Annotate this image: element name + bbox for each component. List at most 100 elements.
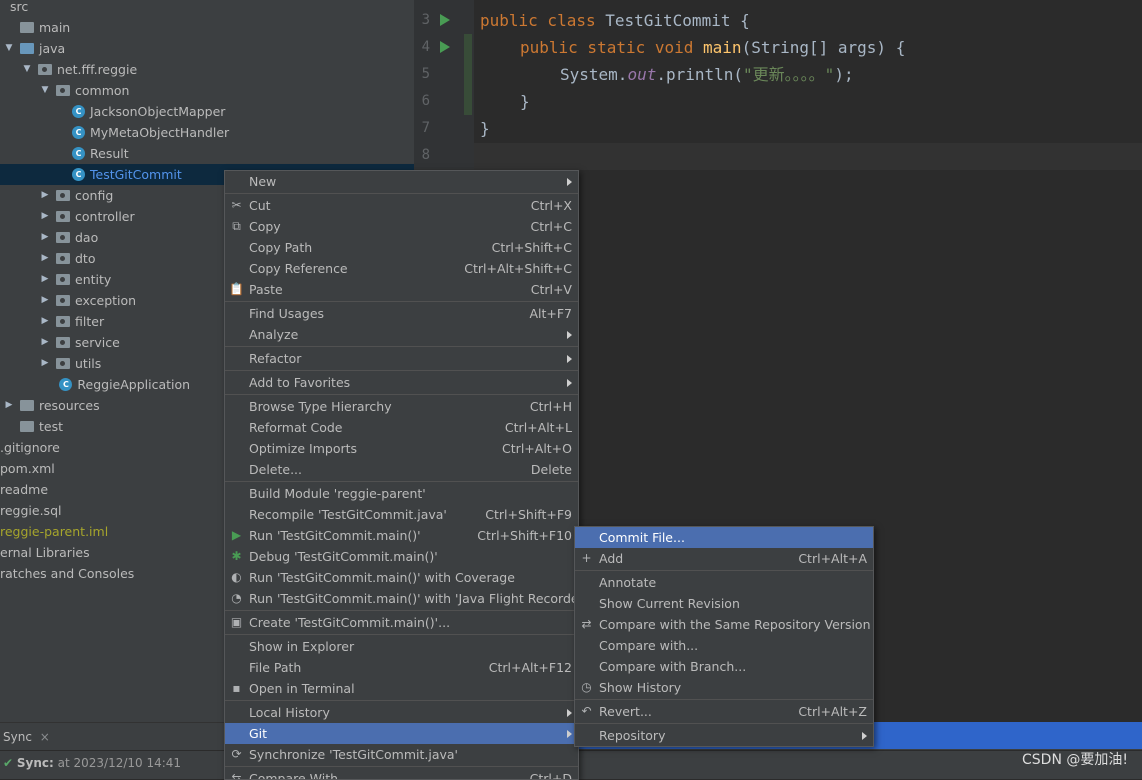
git-item-revert-icon: ↶ <box>581 704 592 718</box>
current-line-highlight <box>474 143 1142 170</box>
menu-item-delete[interactable]: Delete... Delete <box>225 459 578 480</box>
git-item-annotate[interactable]: Annotate <box>575 572 873 593</box>
class-icon: C <box>72 147 85 160</box>
menu-item-analyze[interactable]: Analyze <box>225 324 578 345</box>
chevron-right-icon[interactable]: ▶ <box>40 353 50 374</box>
tree-item[interactable]: main <box>0 17 414 38</box>
code-line[interactable]: public class TestGitCommit { <box>480 7 750 34</box>
git-item-show-history[interactable]: ◷ Show History <box>575 677 873 698</box>
menu-item-refactor[interactable]: Refactor <box>225 348 578 369</box>
code-token: (String[] args) { <box>741 38 906 57</box>
git-item-add[interactable]: + Add Ctrl+Alt+A <box>575 548 873 569</box>
menu-item-copy-path[interactable]: Copy Path Ctrl+Shift+C <box>225 237 578 258</box>
menu-item-find-usages[interactable]: Find Usages Alt+F7 <box>225 303 578 324</box>
code-editor[interactable]: 345678 public class TestGitCommit {publi… <box>414 0 1142 170</box>
code-token: .println( <box>656 65 744 84</box>
git-item-show-current-revision[interactable]: Show Current Revision <box>575 593 873 614</box>
code-line[interactable]: System.out.println("更新。。。。"); <box>560 61 854 88</box>
git-item-compare-with-branch[interactable]: Compare with Branch... <box>575 656 873 677</box>
menu-item-run-testgitcommit-main-with-java-flight-recorder[interactable]: ◔ Run 'TestGitCommit.main()' with 'Java F… <box>225 588 578 609</box>
run-gutter-icon[interactable] <box>440 41 450 53</box>
tree-item-label: service <box>75 335 120 350</box>
line-number: 3 <box>421 12 430 28</box>
menu-item-add-to-favorites[interactable]: Add to Favorites <box>225 372 578 393</box>
package-icon <box>56 358 70 369</box>
menu-item-shortcut: Ctrl+Alt+Shift+C <box>464 261 572 276</box>
menu-item-label: Compare with... <box>599 638 699 653</box>
menu-item-build-module-reggie-parent[interactable]: Build Module 'reggie-parent' <box>225 483 578 504</box>
menu-item-label: Run 'TestGitCommit.main()' with Coverage <box>249 570 515 585</box>
line-number: 4 <box>421 39 430 55</box>
class-icon: C <box>72 126 85 139</box>
code-token: main <box>703 38 742 57</box>
menu-item-optimize-imports[interactable]: Optimize Imports Ctrl+Alt+O <box>225 438 578 459</box>
chevron-right-icon[interactable]: ▶ <box>40 185 50 206</box>
close-icon[interactable]: × <box>40 730 50 744</box>
menu-item-reformat-code[interactable]: Reformat Code Ctrl+Alt+L <box>225 417 578 438</box>
folder-icon <box>20 421 34 432</box>
menu-item-copy-reference[interactable]: Copy Reference Ctrl+Alt+Shift+C <box>225 258 578 279</box>
menu-item-label: Refactor <box>249 351 302 366</box>
menu-item-compare-with[interactable]: ⇆ Compare With... Ctrl+D <box>225 768 578 779</box>
menu-separator <box>225 634 578 635</box>
code-line[interactable]: } <box>520 88 530 115</box>
menu-item-label: Cut <box>249 198 271 213</box>
code-line[interactable]: } <box>480 115 490 142</box>
chevron-right-icon[interactable]: ▶ <box>40 311 50 332</box>
code-token: { <box>730 11 750 30</box>
git-item-revert[interactable]: ↶ Revert... Ctrl+Alt+Z <box>575 701 873 722</box>
chevron-down-icon[interactable]: ▼ <box>4 38 14 59</box>
menu-item-file-path[interactable]: File Path Ctrl+Alt+F12 <box>225 657 578 678</box>
chevron-right-icon[interactable]: ▶ <box>40 248 50 269</box>
git-item-compare-with-the-same-repository-version[interactable]: ⇄ Compare with the Same Repository Versio… <box>575 614 873 635</box>
chevron-down-icon[interactable]: ▼ <box>22 59 32 80</box>
menu-item-label: Recompile 'TestGitCommit.java' <box>249 507 447 522</box>
git-item-repository[interactable]: Repository <box>575 725 873 746</box>
menu-item-new[interactable]: New <box>225 171 578 192</box>
tree-item[interactable]: ▼ java <box>0 38 414 59</box>
chevron-right-icon[interactable]: ▶ <box>40 290 50 311</box>
chevron-right-icon[interactable]: ▶ <box>40 332 50 353</box>
tree-item[interactable]: ▼ net.fff.reggie <box>0 59 414 80</box>
chevron-down-icon[interactable]: ▼ <box>40 80 50 101</box>
run-gutter-icon[interactable] <box>440 14 450 26</box>
menu-item-debug-testgitcommit-main[interactable]: ✱ Debug 'TestGitCommit.main()' <box>225 546 578 567</box>
menu-item-paste[interactable]: 📋 Paste Ctrl+V <box>225 279 578 300</box>
git-item-add-icon: + <box>581 551 592 565</box>
menu-item-label: Annotate <box>599 575 657 590</box>
sync-tab-label: Sync <box>3 730 32 744</box>
menu-item-git[interactable]: Git <box>225 723 578 744</box>
tree-item[interactable]: C Result <box>0 143 414 164</box>
git-item-commit-file[interactable]: Commit File... <box>575 527 873 548</box>
git-item-compare-with[interactable]: Compare with... <box>575 635 873 656</box>
menu-item-browse-type-hierarchy[interactable]: Browse Type Hierarchy Ctrl+H <box>225 396 578 417</box>
tree-item[interactable]: src <box>0 0 414 17</box>
tree-item[interactable]: C JacksonObjectMapper <box>0 101 414 122</box>
chevron-right-icon[interactable]: ▶ <box>40 227 50 248</box>
tree-item-label: main <box>39 20 71 35</box>
tree-item-label: ReggieApplication <box>77 377 191 392</box>
tree-item-label: config <box>75 188 114 203</box>
menu-item-synchronize-testgitcommit-java[interactable]: ⟳ Synchronize 'TestGitCommit.java' <box>225 744 578 765</box>
menu-item-open-in-terminal[interactable]: ▪ Open in Terminal <box>225 678 578 699</box>
tree-item[interactable]: ▼ common <box>0 80 414 101</box>
menu-item-run-testgitcommit-main-with-coverage[interactable]: ◐ Run 'TestGitCommit.main()' with Coverag… <box>225 567 578 588</box>
tree-item[interactable]: C MyMetaObjectHandler <box>0 122 414 143</box>
menu-item-cut[interactable]: ✂ Cut Ctrl+X <box>225 195 578 216</box>
menu-item-run-testgitcommit-main[interactable]: ▶ Run 'TestGitCommit.main()' Ctrl+Shift+F1… <box>225 525 578 546</box>
tree-item-label: utils <box>75 356 102 371</box>
chevron-right-icon[interactable]: ▶ <box>40 206 50 227</box>
menu-item-shortcut: Ctrl+Shift+F9 <box>485 507 572 522</box>
menu-item-local-history[interactable]: Local History <box>225 702 578 723</box>
menu-item-create-testgitcommit-main[interactable]: ▣ Create 'TestGitCommit.main()'... <box>225 612 578 633</box>
menu-item-label: Build Module 'reggie-parent' <box>249 486 426 501</box>
menu-item-show-in-explorer[interactable]: Show in Explorer <box>225 636 578 657</box>
menu-item-copy[interactable]: ⧉ Copy Ctrl+C <box>225 216 578 237</box>
tree-item-label: dao <box>75 230 99 245</box>
sync-tab[interactable]: Sync × <box>0 723 56 751</box>
code-line[interactable]: public static void main(String[] args) { <box>520 34 905 61</box>
menu-item-recompile-testgitcommit-java[interactable]: Recompile 'TestGitCommit.java' Ctrl+Shift… <box>225 504 578 525</box>
chevron-right-icon[interactable]: ▶ <box>40 269 50 290</box>
menu-item-label: Browse Type Hierarchy <box>249 399 392 414</box>
chevron-right-icon[interactable]: ▶ <box>4 395 14 416</box>
